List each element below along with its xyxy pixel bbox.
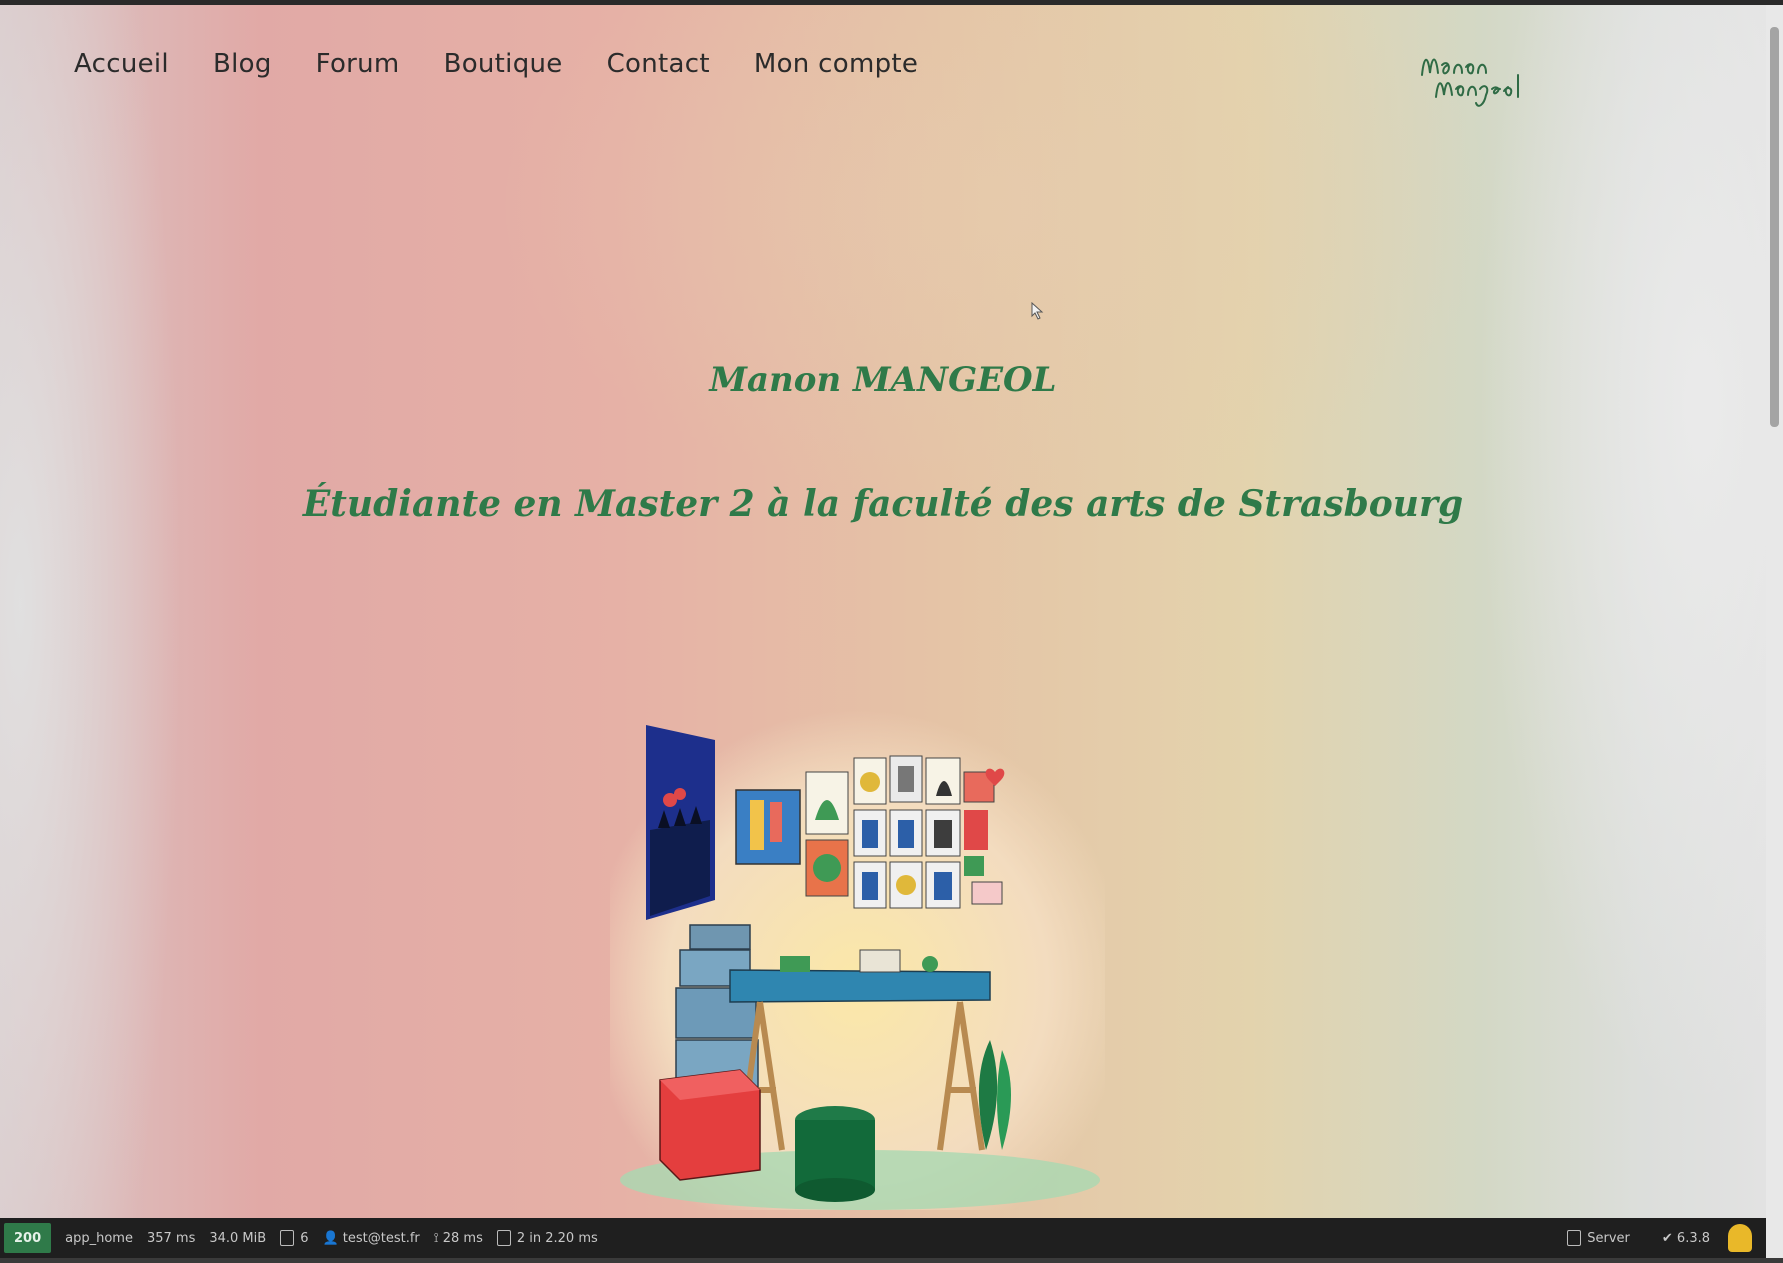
time-item[interactable]: 357 ms [147,1231,195,1246]
version-icon: ✔ [1661,1230,1677,1246]
nav-item-accueil[interactable]: Accueil [74,49,169,79]
site-logo[interactable] [1418,47,1528,117]
main-nav: Accueil Blog Forum Boutique Contact Mon … [74,49,962,79]
hero-name: Manon MANGEOL [709,360,1057,400]
events-item[interactable]: ⟟ 28 ms [434,1231,483,1246]
server-label: Server [1587,1230,1630,1246]
debug-toolbar: 200 app_home 357 ms 34.0 MiB 6 👤 test@te… [0,1218,1766,1258]
user-icon: 👤 [322,1230,343,1246]
server-icon [1567,1230,1582,1246]
route-item[interactable]: app_home [65,1231,133,1246]
nav-item-contact[interactable]: Contact [607,49,710,79]
time-label: 357 ms [146,1230,196,1246]
lock-icon[interactable] [1728,1224,1752,1252]
page-viewport: Accueil Blog Forum Boutique Contact Mon … [0,5,1766,1218]
nav-item-mon-compte[interactable]: Mon compte [754,49,918,79]
window-bottom-border [0,1258,1783,1263]
memory-item[interactable]: 34.0 MiB [209,1231,266,1246]
nav-item-forum[interactable]: Forum [316,49,400,79]
studio-illustration [610,710,1105,1210]
files-item[interactable]: 6 [280,1230,308,1246]
scrollbar-thumb[interactable] [1770,27,1779,427]
hero-subtitle: Étudiante en Master 2 à la faculté des a… [302,483,1464,525]
database-item[interactable]: 2 in 2.20 ms [496,1230,598,1246]
events-icon: ⟟ [433,1230,443,1246]
database-icon [496,1230,511,1246]
events-label: 28 ms [442,1230,483,1246]
files-count: 6 [300,1230,309,1246]
route-label: app_home [65,1230,133,1246]
logo-signature-icon [1421,58,1519,107]
file-icon [280,1230,295,1246]
user-item[interactable]: 👤 test@test.fr [322,1231,419,1246]
database-label: 2 in 2.20 ms [516,1230,598,1246]
mouse-cursor-icon [1031,302,1044,320]
version-item[interactable]: ✔ 6.3.8 [1662,1231,1710,1246]
page-scrollbar[interactable] [1766,5,1783,1258]
server-item[interactable]: Server [1567,1230,1630,1246]
user-label: test@test.fr [342,1230,420,1246]
nav-item-boutique[interactable]: Boutique [444,49,563,79]
nav-item-blog[interactable]: Blog [213,49,272,79]
status-code-badge[interactable]: 200 [4,1223,52,1253]
memory-label: 34.0 MiB [209,1230,267,1246]
version-label: 6.3.8 [1676,1230,1710,1246]
